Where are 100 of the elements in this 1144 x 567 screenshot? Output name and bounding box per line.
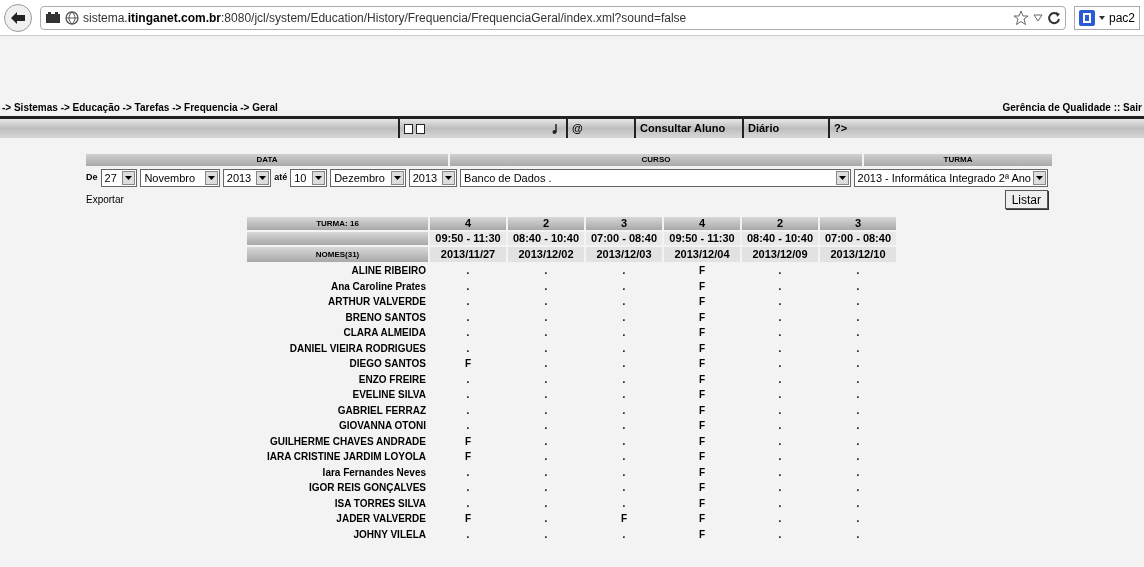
attendance-mark: . (465, 496, 471, 510)
attendance-mark: F (697, 295, 707, 309)
dropdown[interactable]: Banco de Dados . (460, 169, 851, 187)
list-button[interactable]: Listar (1004, 190, 1048, 209)
attendance-mark: F (697, 264, 707, 278)
caret-icon (259, 176, 267, 180)
export-link[interactable]: Exportar (86, 192, 124, 207)
attendance-mark: F (697, 450, 707, 464)
caret-icon (207, 176, 215, 180)
attendance-mark: . (777, 512, 783, 526)
dropdown[interactable]: Dezembro (330, 169, 406, 187)
dropdown[interactable]: 2013 - Informática Integrado 2ª Ano (853, 169, 1048, 187)
star-icon[interactable] (1013, 9, 1029, 26)
attendance-mark: . (855, 341, 861, 355)
attendance-mark: . (777, 357, 783, 371)
attendance-mark: . (621, 465, 627, 479)
attendance-mark: . (777, 264, 783, 278)
column-header: 2 (508, 217, 584, 230)
caret-icon (1036, 176, 1043, 180)
student-name: BRENO SANTOS (344, 310, 427, 324)
attendance-mark: . (621, 496, 627, 510)
attendance-mark: . (855, 357, 861, 371)
attendance-mark: . (543, 341, 549, 355)
time-range: 08:40 - 10:40 (742, 232, 818, 245)
attendance-mark: . (543, 357, 549, 371)
student-name: DIEGO SANTOS (348, 357, 427, 371)
attendance-mark: . (621, 357, 627, 371)
attendance-mark: . (855, 279, 861, 293)
dropdown[interactable]: 27 (100, 169, 138, 187)
attendance-mark: . (777, 465, 783, 479)
attendance-mark: . (855, 372, 861, 386)
attendance-mark: . (621, 450, 627, 464)
dropdown[interactable]: 2013 (222, 169, 272, 187)
student-name: IARA CRISTINE JARDIM LOYOLA (265, 450, 427, 464)
attendance-mark: . (621, 403, 627, 417)
caret-icon (315, 176, 323, 180)
attendance-mark: F (463, 434, 473, 448)
attendance-mark: . (621, 264, 627, 278)
attendance-mark: F (619, 512, 629, 526)
attendance-mark: . (543, 388, 549, 402)
dropdown[interactable]: 10 (290, 169, 328, 187)
attendance-mark: . (621, 527, 627, 541)
attendance-mark: . (543, 310, 549, 324)
column-header: 3 (820, 217, 896, 230)
attendance-mark: . (465, 388, 471, 402)
attendance-mark: F (697, 527, 707, 541)
date-label: até (274, 171, 288, 185)
attendance-mark: . (543, 527, 549, 541)
attendance-mark: . (621, 388, 627, 402)
attendance-mark: . (621, 279, 627, 293)
caret-icon (838, 176, 846, 180)
attendance-mark: F (697, 434, 707, 448)
attendance-mark: . (777, 326, 783, 340)
attendance-mark: . (465, 481, 471, 495)
nav-tab[interactable]: ?> (828, 119, 918, 138)
student-name: ISA TORRES SILVA (333, 496, 427, 510)
dropdown[interactable]: 2013 (408, 169, 458, 187)
reload-icon[interactable] (1047, 10, 1061, 25)
attendance-mark: . (543, 465, 549, 479)
column-header: 2 (742, 217, 818, 230)
library-icon (45, 11, 61, 24)
search-engine-icon[interactable] (1079, 9, 1095, 26)
attendance-mark: . (621, 295, 627, 309)
attendance-mark: . (543, 434, 549, 448)
attendance-mark: . (855, 465, 861, 479)
nav-tab[interactable]: Consultar Aluno (634, 119, 742, 138)
attendance-mark: . (777, 295, 783, 309)
dropdown-icon[interactable] (1099, 15, 1105, 20)
checkbox-icon (416, 123, 425, 134)
names-header: NOMES(31) (247, 247, 428, 262)
attendance-mark: . (465, 419, 471, 433)
attendance-mark: . (465, 465, 471, 479)
nav-tab[interactable]: @ (566, 119, 634, 138)
attendance-mark: . (855, 264, 861, 278)
student-name: DANIEL VIEIRA RODRIGUES (288, 341, 427, 355)
attendance-mark: . (855, 295, 861, 309)
attendance-mark: F (697, 279, 707, 293)
attendance-mark: . (621, 341, 627, 355)
attendance-mark: . (465, 372, 471, 386)
attendance-mark: . (543, 450, 549, 464)
breadcrumb: -> Sistemas -> Educação -> Tarefas -> Frequencia -> Geral (2, 100, 278, 115)
attendance-mark: F (697, 419, 707, 433)
column-header: CURSO (450, 154, 862, 166)
user-links[interactable]: Gerência de Qualidade :: Sair (1002, 99, 1142, 115)
attendance-mark: . (855, 450, 861, 464)
student-name: ARTHUR VALVERDE (327, 295, 427, 309)
column-header: 4 (664, 217, 740, 230)
student-name: ALINE RIBEIRO (350, 264, 427, 278)
date-header: 2013/12/03 (586, 247, 662, 262)
nav-tab[interactable]: Diário (742, 119, 828, 138)
attendance-mark: F (463, 512, 473, 526)
caret-icon (125, 176, 133, 180)
column-header: TURMA (864, 154, 1052, 166)
attendance-mark: . (855, 326, 861, 340)
dropdown[interactable]: Novembro (140, 169, 220, 187)
attendance-mark: . (855, 496, 861, 510)
back-button[interactable] (4, 3, 32, 32)
attendance-mark: . (543, 279, 549, 293)
attendance-mark: . (777, 341, 783, 355)
attendance-mark: . (465, 341, 471, 355)
